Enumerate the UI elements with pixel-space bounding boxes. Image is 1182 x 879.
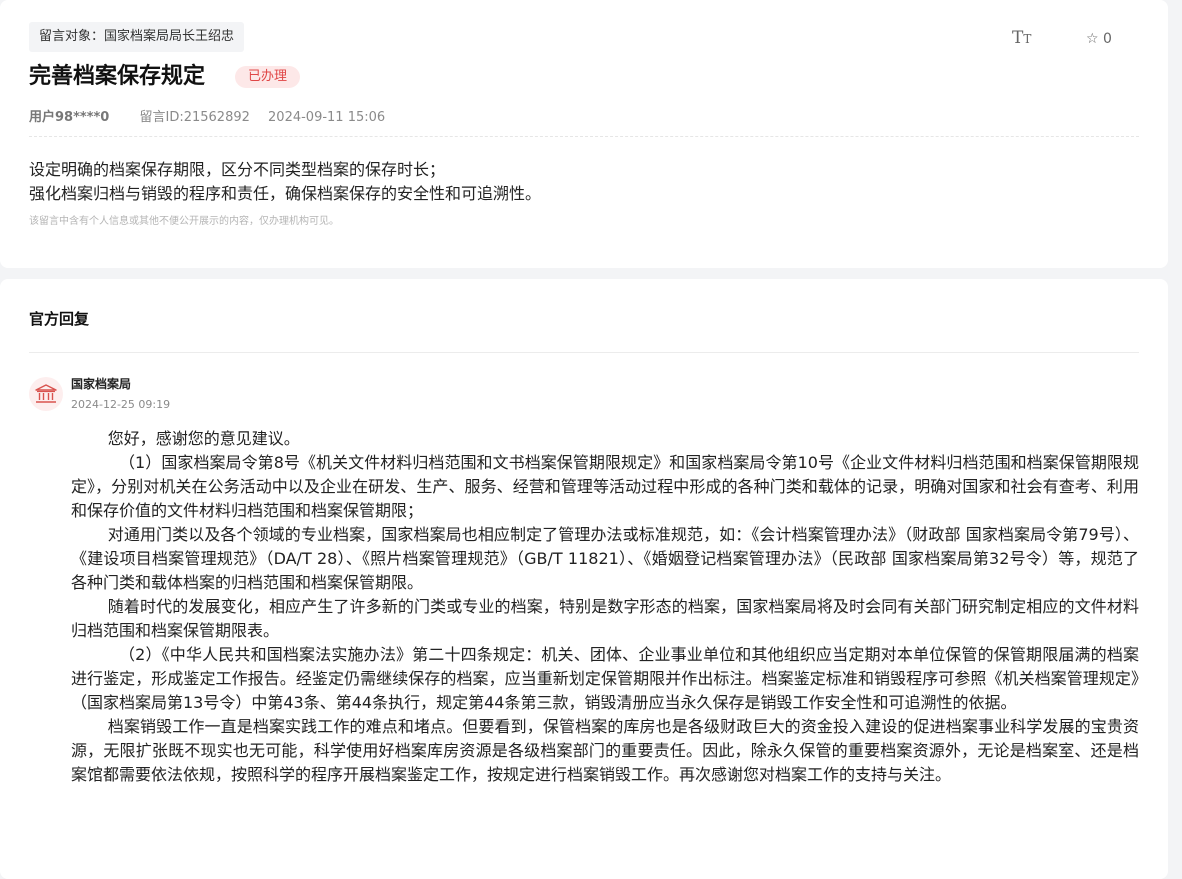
reply-paragraph: 档案销毁工作一直是档案实践工作的难点和堵点。但要看到，保管档案的库房也是各级财政… xyxy=(71,717,1139,784)
message-user: 用户98****0 xyxy=(29,110,110,125)
government-building-icon xyxy=(35,384,57,403)
reply-paragraph: 对通用门类以及各个领域的专业档案，国家档案局也相应制定了管理办法或标准规范，如：… xyxy=(71,525,1139,592)
favorite-button[interactable]: ☆ 0 xyxy=(1086,29,1112,49)
divider xyxy=(29,136,1139,137)
message-id: 留言ID:21562892 xyxy=(139,110,250,125)
reply-paragraph: 您好，感谢您的意见建议。 xyxy=(107,429,300,448)
message-card: 留言对象：国家档案局局长王绍忠 TT ☆ 0 完善档案保存规定 已办理 用户98… xyxy=(0,0,1168,268)
reply-agency-name: 国家档案局 xyxy=(71,377,132,391)
reply-paragraph: 随着时代的发展变化，相应产生了许多新的门类或专业的档案，特别是数字形态的档案，国… xyxy=(71,597,1139,640)
message-target-tag: 留言对象：国家档案局局长王绍忠 xyxy=(29,22,245,52)
font-size-icon[interactable]: TT xyxy=(1012,28,1034,48)
message-content-line: 强化档案归档与销毁的程序和责任，确保档案保存的安全性和可追溯性。 xyxy=(29,184,542,203)
star-outline-icon: ☆ xyxy=(1086,31,1099,47)
reply-body: 您好，感谢您的意见建议。 （1）国家档案局令第8号《机关文件材料归档范围和文书档… xyxy=(71,427,1139,787)
official-reply-card: 官方回复 国家档案局 2024-12-25 09:19 您好，感谢您的意见建议。… xyxy=(0,279,1168,879)
reply-section-title: 官方回复 xyxy=(29,310,90,328)
divider xyxy=(29,352,1139,353)
privacy-notice: 该留言中含有个人信息或其他不便公开展示的内容，仅办理机构可见。 xyxy=(29,216,339,227)
message-content-line: 设定明确的档案保存期限，区分不同类型档案的保存时长； xyxy=(29,160,446,179)
message-content: 设定明确的档案保存期限，区分不同类型档案的保存时长； 强化档案归档与销毁的程序和… xyxy=(29,158,1139,206)
reply-paragraph: （2）《中华人民共和国档案法实施办法》第二十四条规定：机关、团体、企业事业单位和… xyxy=(71,645,1139,712)
avatar xyxy=(29,377,63,411)
message-time: 2024-09-11 15:06 xyxy=(268,110,386,125)
reply-paragraph: （1）国家档案局令第8号《机关文件材料归档范围和文书档案保管期限规定》和国家档案… xyxy=(71,453,1139,520)
favorite-count: 0 xyxy=(1103,31,1112,47)
reply-time: 2024-12-25 09:19 xyxy=(71,398,171,411)
status-badge: 已办理 xyxy=(235,66,301,88)
message-title: 完善档案保存规定 xyxy=(29,64,206,89)
message-meta: 用户98****0 留言ID:21562892 2024-09-11 15:06 xyxy=(29,108,385,128)
